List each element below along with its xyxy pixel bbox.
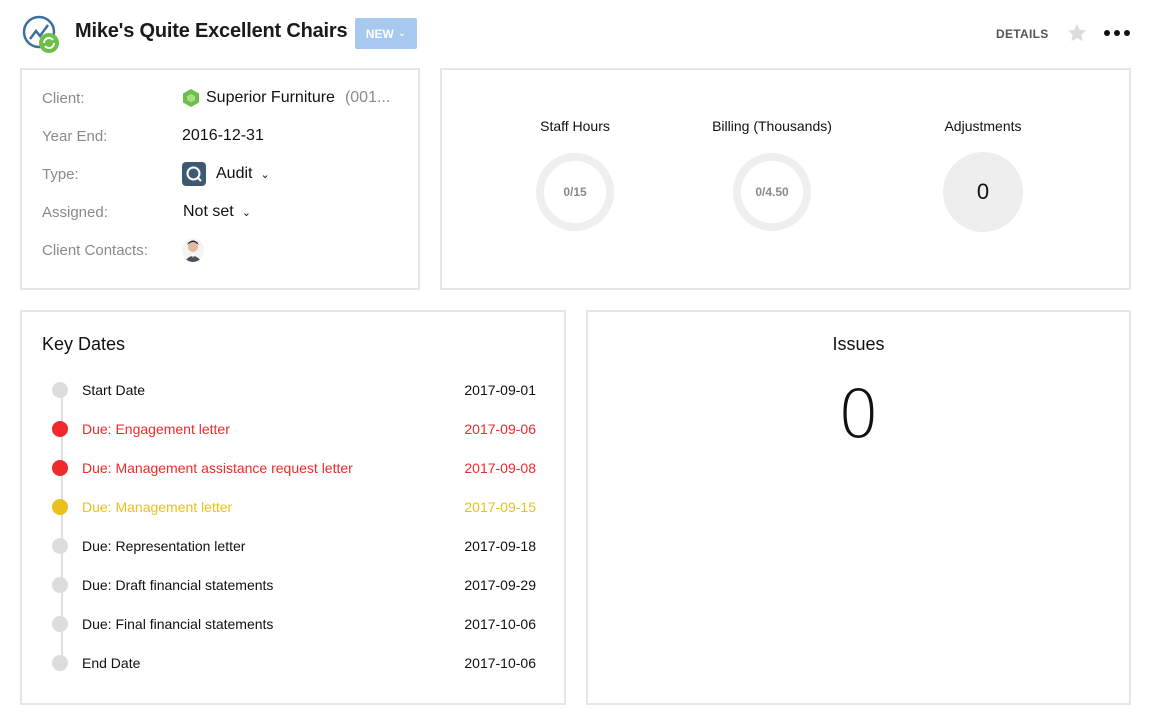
key-date-row[interactable]: Due: Draft financial statements 2017-09-2… xyxy=(52,575,536,595)
client-link[interactable]: Superior Furniture (001... xyxy=(182,88,390,108)
key-date-row[interactable]: End Date 2017-10-06 xyxy=(52,653,536,673)
key-date-value: 2017-09-08 xyxy=(464,460,536,476)
key-date-value: 2017-10-06 xyxy=(464,616,536,632)
status-dropdown-button[interactable]: NEW ⌄ xyxy=(355,18,417,49)
key-dates-card: Key Dates Start Date 2017-09-01 Due: Engag… xyxy=(20,310,566,705)
adjustments-title: Adjustments xyxy=(944,118,1022,134)
staff-hours-value: 0/15 xyxy=(563,185,587,199)
key-date-status-dot xyxy=(52,538,68,554)
issues-count: 0 xyxy=(837,376,880,453)
key-date-status-dot xyxy=(52,421,68,437)
client-code: (001... xyxy=(344,89,391,106)
year-end-value: 2016-12-31 xyxy=(182,127,264,144)
engagement-info-card: Client: Superior Furniture (001... Year … xyxy=(20,68,420,290)
key-date-label: Due: Management letter xyxy=(82,499,233,515)
audit-type-icon xyxy=(182,162,206,186)
client-contacts-label: Client Contacts: xyxy=(42,241,148,259)
key-date-label: Start Date xyxy=(82,382,146,398)
key-date-row[interactable]: Start Date 2017-09-01 xyxy=(52,380,536,400)
billing-title: Billing (Thousands) xyxy=(712,118,832,134)
key-date-status-dot xyxy=(52,655,68,671)
client-name: Superior Furniture xyxy=(206,89,335,106)
assigned-label: Assigned: xyxy=(42,203,108,221)
assigned-dropdown[interactable]: Not set ⌄ xyxy=(183,203,251,221)
page-header: Mike's Quite Excellent Chairs NEW ⌄ DETA… xyxy=(0,0,1151,68)
adjustments-value: 0 xyxy=(943,152,1023,232)
staff-hours-ring: 0/15 xyxy=(535,152,615,232)
status-label: NEW xyxy=(365,26,394,41)
key-date-row[interactable]: Due: Final financial statements 2017-10-0… xyxy=(52,614,536,634)
client-row: Client: Superior Furniture (001... xyxy=(42,86,412,110)
details-link[interactable]: DETAILS xyxy=(996,27,1049,41)
key-date-value: 2017-09-06 xyxy=(464,421,536,437)
key-date-row[interactable]: Due: Management letter 2017-09-15 xyxy=(52,497,536,517)
key-date-value: 2017-09-01 xyxy=(464,382,536,398)
staff-hours-title: Staff Hours xyxy=(540,118,610,134)
key-date-label: Due: Draft financial statements xyxy=(82,577,274,593)
year-end-label: Year End: xyxy=(42,127,108,145)
key-date-row[interactable]: Due: Engagement letter 2017-09-06 xyxy=(52,419,536,439)
adjustments-metric[interactable]: Adjustments 0 xyxy=(898,118,1068,232)
key-date-value: 2017-09-15 xyxy=(464,499,536,515)
issues-card[interactable]: Issues 0 xyxy=(586,310,1131,705)
key-date-value: 2017-09-29 xyxy=(464,577,536,593)
billing-value: 0/4.50 xyxy=(755,185,789,199)
assigned-value: Not set xyxy=(183,203,234,220)
year-end-row: Year End: 2016-12-31 xyxy=(42,124,412,148)
metrics-card: Staff Hours 0/15 Billing (Thousands) 0/4… xyxy=(440,68,1131,290)
type-label: Type: xyxy=(42,165,79,183)
chevron-down-icon: ⌄ xyxy=(260,168,270,181)
key-date-value: 2017-10-06 xyxy=(464,655,536,671)
billing-metric[interactable]: Billing (Thousands) 0/4.50 xyxy=(687,118,857,232)
client-hexagon-icon xyxy=(183,89,199,107)
key-dates-title: Key Dates xyxy=(42,334,126,354)
client-label: Client: xyxy=(42,89,85,107)
star-icon[interactable] xyxy=(1066,22,1088,44)
type-row: Type: Audit ⌄ xyxy=(42,162,412,186)
key-date-label: Due: Representation letter xyxy=(82,538,246,554)
key-date-label: Due: Final financial statements xyxy=(82,616,274,632)
type-dropdown[interactable]: Audit ⌄ xyxy=(182,162,270,186)
key-date-status-dot xyxy=(52,382,68,398)
key-date-row[interactable]: Due: Management assistance request lette… xyxy=(52,458,536,478)
engagement-logo-icon xyxy=(22,15,59,53)
key-date-status-dot xyxy=(52,577,68,593)
key-date-row[interactable]: Due: Representation letter 2017-09-18 xyxy=(52,536,536,556)
client-contacts-row: Client Contacts: xyxy=(42,238,412,262)
key-date-label: Due: Engagement letter xyxy=(82,421,230,437)
key-date-value: 2017-09-18 xyxy=(464,538,536,554)
staff-hours-metric[interactable]: Staff Hours 0/15 xyxy=(490,118,660,232)
chevron-down-icon: ⌄ xyxy=(241,206,251,219)
key-date-label: End Date xyxy=(82,655,141,671)
assigned-row: Assigned: Not set ⌄ xyxy=(42,200,412,224)
billing-ring: 0/4.50 xyxy=(732,152,812,232)
more-options-icon[interactable] xyxy=(1104,24,1130,42)
page-title: Mike's Quite Excellent Chairs xyxy=(75,20,348,42)
contact-avatar[interactable] xyxy=(182,238,204,262)
chevron-down-icon: ⌄ xyxy=(397,28,407,39)
key-date-status-dot xyxy=(52,460,68,476)
key-date-status-dot xyxy=(52,499,68,515)
key-date-status-dot xyxy=(52,616,68,632)
key-date-label: Due: Management assistance request lette… xyxy=(82,460,353,476)
issues-title: Issues xyxy=(832,334,885,354)
type-value: Audit xyxy=(216,165,253,182)
